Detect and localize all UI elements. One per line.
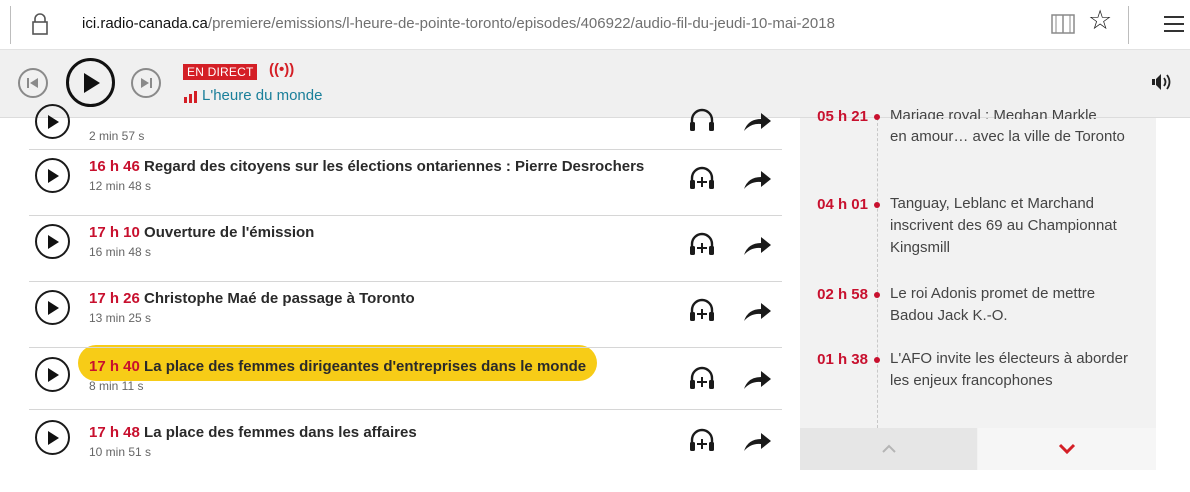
episode-play-button[interactable]	[35, 420, 70, 455]
share-icon[interactable]	[742, 430, 772, 457]
lock-icon[interactable]	[31, 12, 49, 41]
episode-row: 17 h 26 Christophe Maé de passage à Toro…	[29, 282, 782, 348]
previous-button[interactable]	[18, 68, 48, 98]
timeline-line	[877, 118, 878, 428]
timeline-dot	[874, 292, 880, 298]
scroll-up-button[interactable]	[800, 428, 977, 470]
chevron-up-icon	[881, 444, 896, 453]
episode-play-button[interactable]	[35, 104, 70, 139]
headphones-add-icon[interactable]	[688, 426, 716, 459]
episode-title-text: Regard des citoyens sur les élections on…	[144, 158, 645, 175]
episode-play-button[interactable]	[35, 224, 70, 259]
news-text: Le roi Adonis promet de mettre Badou Jac…	[890, 285, 1096, 324]
timeline-dot	[874, 114, 880, 120]
share-icon[interactable]	[742, 168, 772, 195]
live-badge: EN DIRECT	[183, 64, 258, 80]
address-url[interactable]: ici.radio-canada.ca/premiere/emissions/l…	[82, 15, 835, 32]
play-icon	[83, 72, 100, 93]
episode-row: 16 h 46 Regard des citoyens sur les élec…	[29, 150, 782, 216]
favorite-star-icon[interactable]: ☆	[1088, 7, 1112, 34]
previous-icon	[27, 78, 38, 88]
news-text: L'AFO invite les électeurs à aborder les…	[890, 350, 1128, 389]
headphones-add-icon[interactable]	[688, 164, 716, 197]
share-icon[interactable]	[742, 368, 772, 395]
episode-title-text: Ouverture de l'émission	[144, 224, 315, 241]
timeline-pagination	[800, 428, 1156, 470]
news-time: 02 h 58	[817, 286, 868, 303]
chevron-down-icon	[1058, 443, 1076, 455]
share-icon[interactable]	[742, 300, 772, 327]
episode-duration: 2 min 57 s	[89, 129, 145, 143]
episode-title-text: La place des femmes dans les affaires	[144, 424, 417, 441]
share-icon[interactable]	[742, 234, 772, 261]
episode-time: 17 h 48	[89, 424, 140, 441]
headphones-add-icon[interactable]	[688, 106, 716, 139]
episode-title-text: Christophe Maé de passage à Toronto	[144, 290, 415, 307]
volume-icon[interactable]	[1151, 72, 1175, 97]
url-domain: ici.radio-canada.ca	[82, 15, 208, 32]
toolbar-divider	[1128, 6, 1129, 44]
episode-time: 17 h 26	[89, 290, 140, 307]
next-button[interactable]	[131, 68, 161, 98]
episode-title[interactable]: 17 h 40 La place des femmes dirigeantes …	[89, 358, 586, 375]
news-text: en amour… avec la ville de Toronto	[890, 128, 1125, 145]
episode-play-button[interactable]	[35, 290, 70, 325]
headphones-add-icon[interactable]	[688, 364, 716, 397]
episode-duration: 16 min 48 s	[89, 245, 152, 259]
scroll-down-button[interactable]	[978, 428, 1156, 470]
episode-play-button[interactable]	[35, 158, 70, 193]
live-broadcast-icon: ((•))	[269, 61, 295, 78]
reading-view-icon[interactable]	[1051, 13, 1075, 40]
episode-time: 16 h 46	[89, 158, 140, 175]
episode-title[interactable]: 17 h 48 La place des femmes dans les aff…	[89, 424, 417, 441]
play-icon	[47, 234, 59, 249]
episode-row: 17 h 48 La place des femmes dans les aff…	[29, 410, 782, 468]
episode-row-partial: 2 min 57 s	[29, 98, 782, 150]
play-icon	[47, 114, 59, 129]
timeline-dot	[874, 357, 880, 363]
episode-title[interactable]: 17 h 26 Christophe Maé de passage à Toro…	[89, 290, 415, 307]
episode-time: 17 h 40	[89, 358, 140, 375]
episode-duration: 13 min 25 s	[89, 311, 152, 325]
browser-address-bar: ici.radio-canada.ca/premiere/emissions/l…	[0, 0, 1190, 50]
news-time: 04 h 01	[817, 196, 868, 213]
news-text: Tanguay, Leblanc et Marchand inscrivent …	[890, 195, 1117, 256]
episode-row: 17 h 10 Ouverture de l'émission 16 min 4…	[29, 216, 782, 282]
episode-duration: 8 min 11 s	[89, 379, 144, 393]
headphones-add-icon[interactable]	[688, 296, 716, 329]
episode-title-text: La place des femmes dirigeantes d'entrep…	[144, 358, 587, 375]
menu-icon[interactable]	[1164, 16, 1184, 37]
play-icon	[47, 168, 59, 183]
episode-duration: 10 min 51 s	[89, 445, 152, 459]
episode-row-highlighted: 17 h 40 La place des femmes dirigeantes …	[29, 348, 782, 410]
next-icon	[141, 78, 152, 88]
episode-duration: 12 min 48 s	[89, 179, 152, 193]
news-timeline-panel: 05 h 21 Mariage royal : Meghan Markle en…	[800, 107, 1156, 470]
url-path: /premiere/emissions/l-heure-de-pointe-to…	[207, 15, 835, 32]
episode-time: 17 h 10	[89, 224, 140, 241]
news-time: 01 h 38	[817, 351, 868, 368]
timeline-dot	[874, 202, 880, 208]
play-icon	[47, 367, 59, 382]
episode-play-button[interactable]	[35, 357, 70, 392]
headphones-add-icon[interactable]	[688, 230, 716, 263]
address-bar-divider	[10, 6, 11, 44]
episode-title[interactable]: 17 h 10 Ouverture de l'émission	[89, 224, 314, 241]
news-time: 05 h 21	[817, 108, 868, 125]
news-text-cut: Mariage royal : Meghan Markle	[890, 107, 1097, 119]
play-icon	[47, 430, 59, 445]
episode-title[interactable]: 16 h 46 Regard des citoyens sur les élec…	[89, 158, 644, 175]
share-icon[interactable]	[742, 110, 772, 137]
play-icon	[47, 300, 59, 315]
